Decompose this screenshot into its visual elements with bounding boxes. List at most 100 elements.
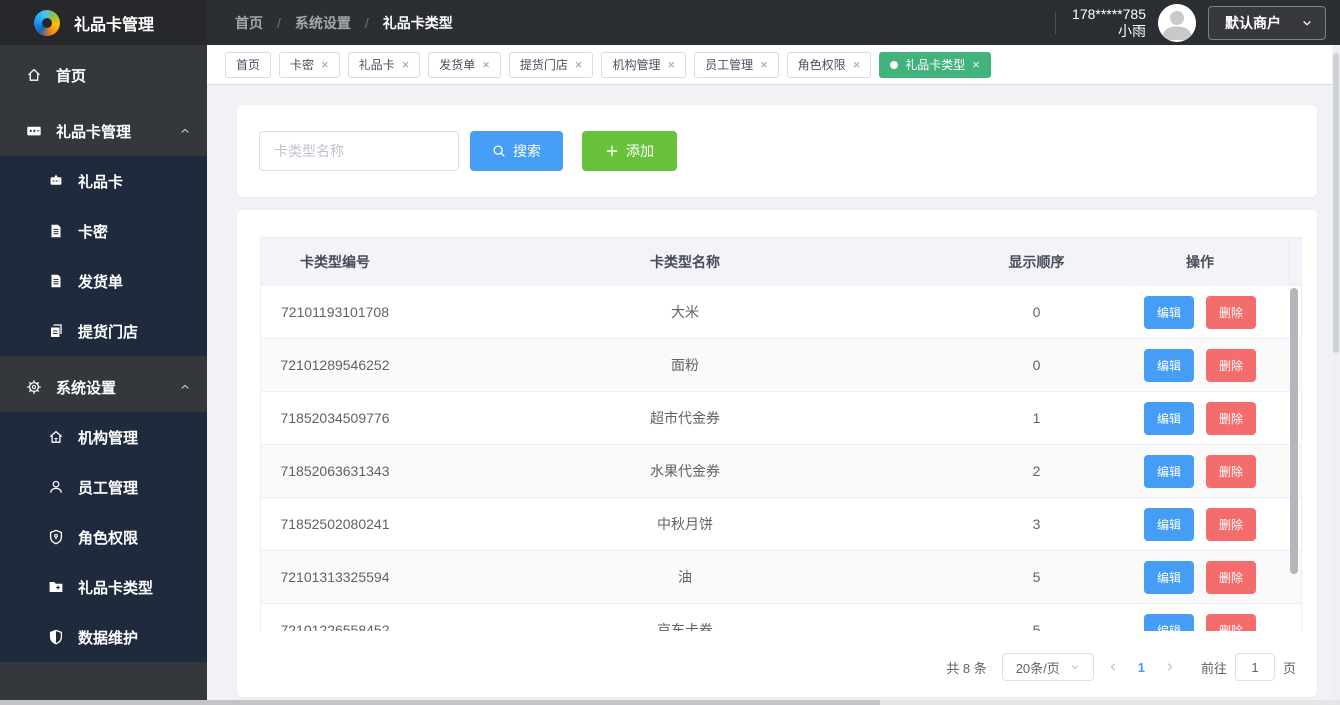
edit-button[interactable]: 编辑 bbox=[1144, 508, 1194, 541]
document-icon bbox=[48, 223, 64, 239]
sidebar-group-gift-card[interactable]: 礼品卡管理 bbox=[0, 106, 207, 156]
sidebar-item-org-management[interactable]: 机构管理 bbox=[0, 412, 207, 462]
cell-code: 72101289546252 bbox=[261, 339, 409, 391]
column-header-actions: 操作 bbox=[1112, 238, 1288, 285]
vertical-scrollbar-thumb[interactable] bbox=[1333, 53, 1339, 353]
add-button-label: 添加 bbox=[626, 141, 654, 161]
sidebar-item-home[interactable]: 首页 bbox=[0, 50, 207, 100]
plus-icon bbox=[605, 144, 619, 158]
table-row: 71852063631343 水果代金券 2 编辑 删除 bbox=[261, 445, 1301, 498]
tab-org-management[interactable]: 机构管理 × bbox=[601, 52, 686, 78]
cell-name: 油 bbox=[409, 551, 961, 603]
tab-home[interactable]: 首页 bbox=[225, 52, 271, 78]
sidebar-item-pickup-store[interactable]: 提货门店 bbox=[0, 306, 207, 356]
data-table: 卡类型编号 卡类型名称 显示顺序 操作 72101193101708 大米 0 … bbox=[260, 237, 1302, 631]
page-number[interactable]: 1 bbox=[1132, 660, 1151, 675]
tab-gift-card-type[interactable]: 礼品卡类型 × bbox=[879, 52, 991, 78]
close-icon[interactable]: × bbox=[321, 58, 329, 71]
column-header-order: 显示顺序 bbox=[961, 238, 1112, 285]
sidebar-item-label: 提货门店 bbox=[78, 321, 138, 342]
tab-role-permission[interactable]: 角色权限 × bbox=[787, 52, 872, 78]
page-unit-label: 页 bbox=[1283, 658, 1296, 677]
app-title: 礼品卡管理 bbox=[74, 11, 154, 35]
horizontal-scrollbar[interactable] bbox=[0, 700, 1340, 705]
next-page-button[interactable] bbox=[1151, 661, 1189, 673]
sidebar-item-staff-management[interactable]: 员工管理 bbox=[0, 462, 207, 512]
chevron-up-icon bbox=[179, 381, 191, 393]
sidebar-item-label: 角色权限 bbox=[78, 527, 138, 548]
close-icon[interactable]: × bbox=[667, 58, 675, 71]
sidebar-item-role-permission[interactable]: 角色权限 bbox=[0, 512, 207, 562]
cell-name: 超市代金券 bbox=[409, 392, 961, 444]
tab-label: 员工管理 bbox=[705, 56, 753, 73]
table-scrollbar-thumb[interactable] bbox=[1290, 288, 1298, 574]
breadcrumb-current: 礼品卡类型 bbox=[383, 13, 453, 33]
prev-page-button[interactable] bbox=[1094, 661, 1132, 673]
sidebar-item-label: 数据维护 bbox=[78, 627, 138, 648]
close-icon[interactable]: × bbox=[760, 58, 768, 71]
delete-button[interactable]: 删除 bbox=[1206, 349, 1256, 382]
search-button-label: 搜索 bbox=[513, 141, 541, 161]
tab-shipping-order[interactable]: 发货单 × bbox=[428, 52, 501, 78]
breadcrumb-separator: / bbox=[365, 15, 369, 31]
cell-name: 京东卡券 bbox=[409, 604, 961, 631]
close-icon[interactable]: × bbox=[402, 58, 410, 71]
active-dot-icon bbox=[890, 61, 898, 69]
tab-label: 提货门店 bbox=[520, 56, 568, 73]
add-button[interactable]: 添加 bbox=[582, 131, 677, 171]
delete-button[interactable]: 删除 bbox=[1206, 296, 1256, 329]
close-icon[interactable]: × bbox=[482, 58, 490, 71]
cell-code: 72101226558452 bbox=[261, 604, 409, 631]
delete-button[interactable]: 删除 bbox=[1206, 561, 1256, 594]
folder-icon bbox=[48, 579, 64, 595]
delete-button[interactable]: 删除 bbox=[1206, 508, 1256, 541]
breadcrumb-home[interactable]: 首页 bbox=[235, 13, 263, 33]
close-icon[interactable]: × bbox=[853, 58, 861, 71]
sidebar-group-system-settings[interactable]: 系统设置 bbox=[0, 362, 207, 412]
chevron-right-icon bbox=[1164, 661, 1176, 673]
delete-button[interactable]: 删除 bbox=[1206, 402, 1256, 435]
tab-pickup-store[interactable]: 提货门店 × bbox=[509, 52, 594, 78]
sidebar-item-card-secret[interactable]: 卡密 bbox=[0, 206, 207, 256]
delete-button[interactable]: 删除 bbox=[1206, 614, 1256, 632]
search-button[interactable]: 搜索 bbox=[470, 131, 563, 171]
close-icon[interactable]: × bbox=[972, 58, 980, 71]
sidebar-item-data-maintenance[interactable]: 数据维护 bbox=[0, 612, 207, 662]
horizontal-scrollbar-thumb[interactable] bbox=[0, 700, 880, 705]
edit-button[interactable]: 编辑 bbox=[1144, 402, 1194, 435]
edit-button[interactable]: 编辑 bbox=[1144, 296, 1194, 329]
home-icon bbox=[26, 67, 42, 83]
edit-button[interactable]: 编辑 bbox=[1144, 349, 1194, 382]
merchant-dropdown[interactable]: 默认商户 bbox=[1208, 6, 1326, 40]
close-icon[interactable]: × bbox=[575, 58, 583, 71]
edit-button[interactable]: 编辑 bbox=[1144, 614, 1194, 632]
tab-gift-card[interactable]: 礼品卡 × bbox=[348, 52, 421, 78]
edit-button[interactable]: 编辑 bbox=[1144, 455, 1194, 488]
delete-button[interactable]: 删除 bbox=[1206, 455, 1256, 488]
table-header: 卡类型编号 卡类型名称 显示顺序 操作 bbox=[260, 237, 1302, 285]
cell-name: 水果代金券 bbox=[409, 445, 961, 497]
table-row: 72101289546252 面粉 0 编辑 删除 bbox=[261, 339, 1301, 392]
vertical-scrollbar[interactable] bbox=[1332, 45, 1340, 700]
giftcard-icon bbox=[26, 123, 42, 139]
tab-staff-management[interactable]: 员工管理 × bbox=[694, 52, 779, 78]
sidebar-item-label: 卡密 bbox=[78, 221, 108, 242]
cell-name: 大米 bbox=[409, 286, 961, 338]
sidebar-item-shipping-order[interactable]: 发货单 bbox=[0, 256, 207, 306]
edit-button[interactable]: 编辑 bbox=[1144, 561, 1194, 594]
sidebar-item-label: 系统设置 bbox=[56, 377, 116, 398]
breadcrumb-settings[interactable]: 系统设置 bbox=[295, 13, 351, 33]
tab-card-secret[interactable]: 卡密 × bbox=[279, 52, 340, 78]
page-size-select[interactable]: 20条/页 bbox=[1002, 653, 1094, 681]
search-input[interactable] bbox=[259, 131, 459, 171]
shield-icon bbox=[48, 629, 64, 645]
app-logo-icon bbox=[34, 10, 60, 36]
tab-label: 角色权限 bbox=[798, 56, 846, 73]
table-row: 71852034509776 超市代金券 1 编辑 删除 bbox=[261, 392, 1301, 445]
sidebar-item-gift-card[interactable]: 礼品卡 bbox=[0, 156, 207, 206]
goto-page-input[interactable] bbox=[1235, 653, 1275, 681]
cell-code: 71852502080241 bbox=[261, 498, 409, 550]
avatar[interactable] bbox=[1158, 4, 1196, 42]
sidebar-item-gift-card-type[interactable]: 礼品卡类型 bbox=[0, 562, 207, 612]
table-row: 72101193101708 大米 0 编辑 删除 bbox=[261, 286, 1301, 339]
